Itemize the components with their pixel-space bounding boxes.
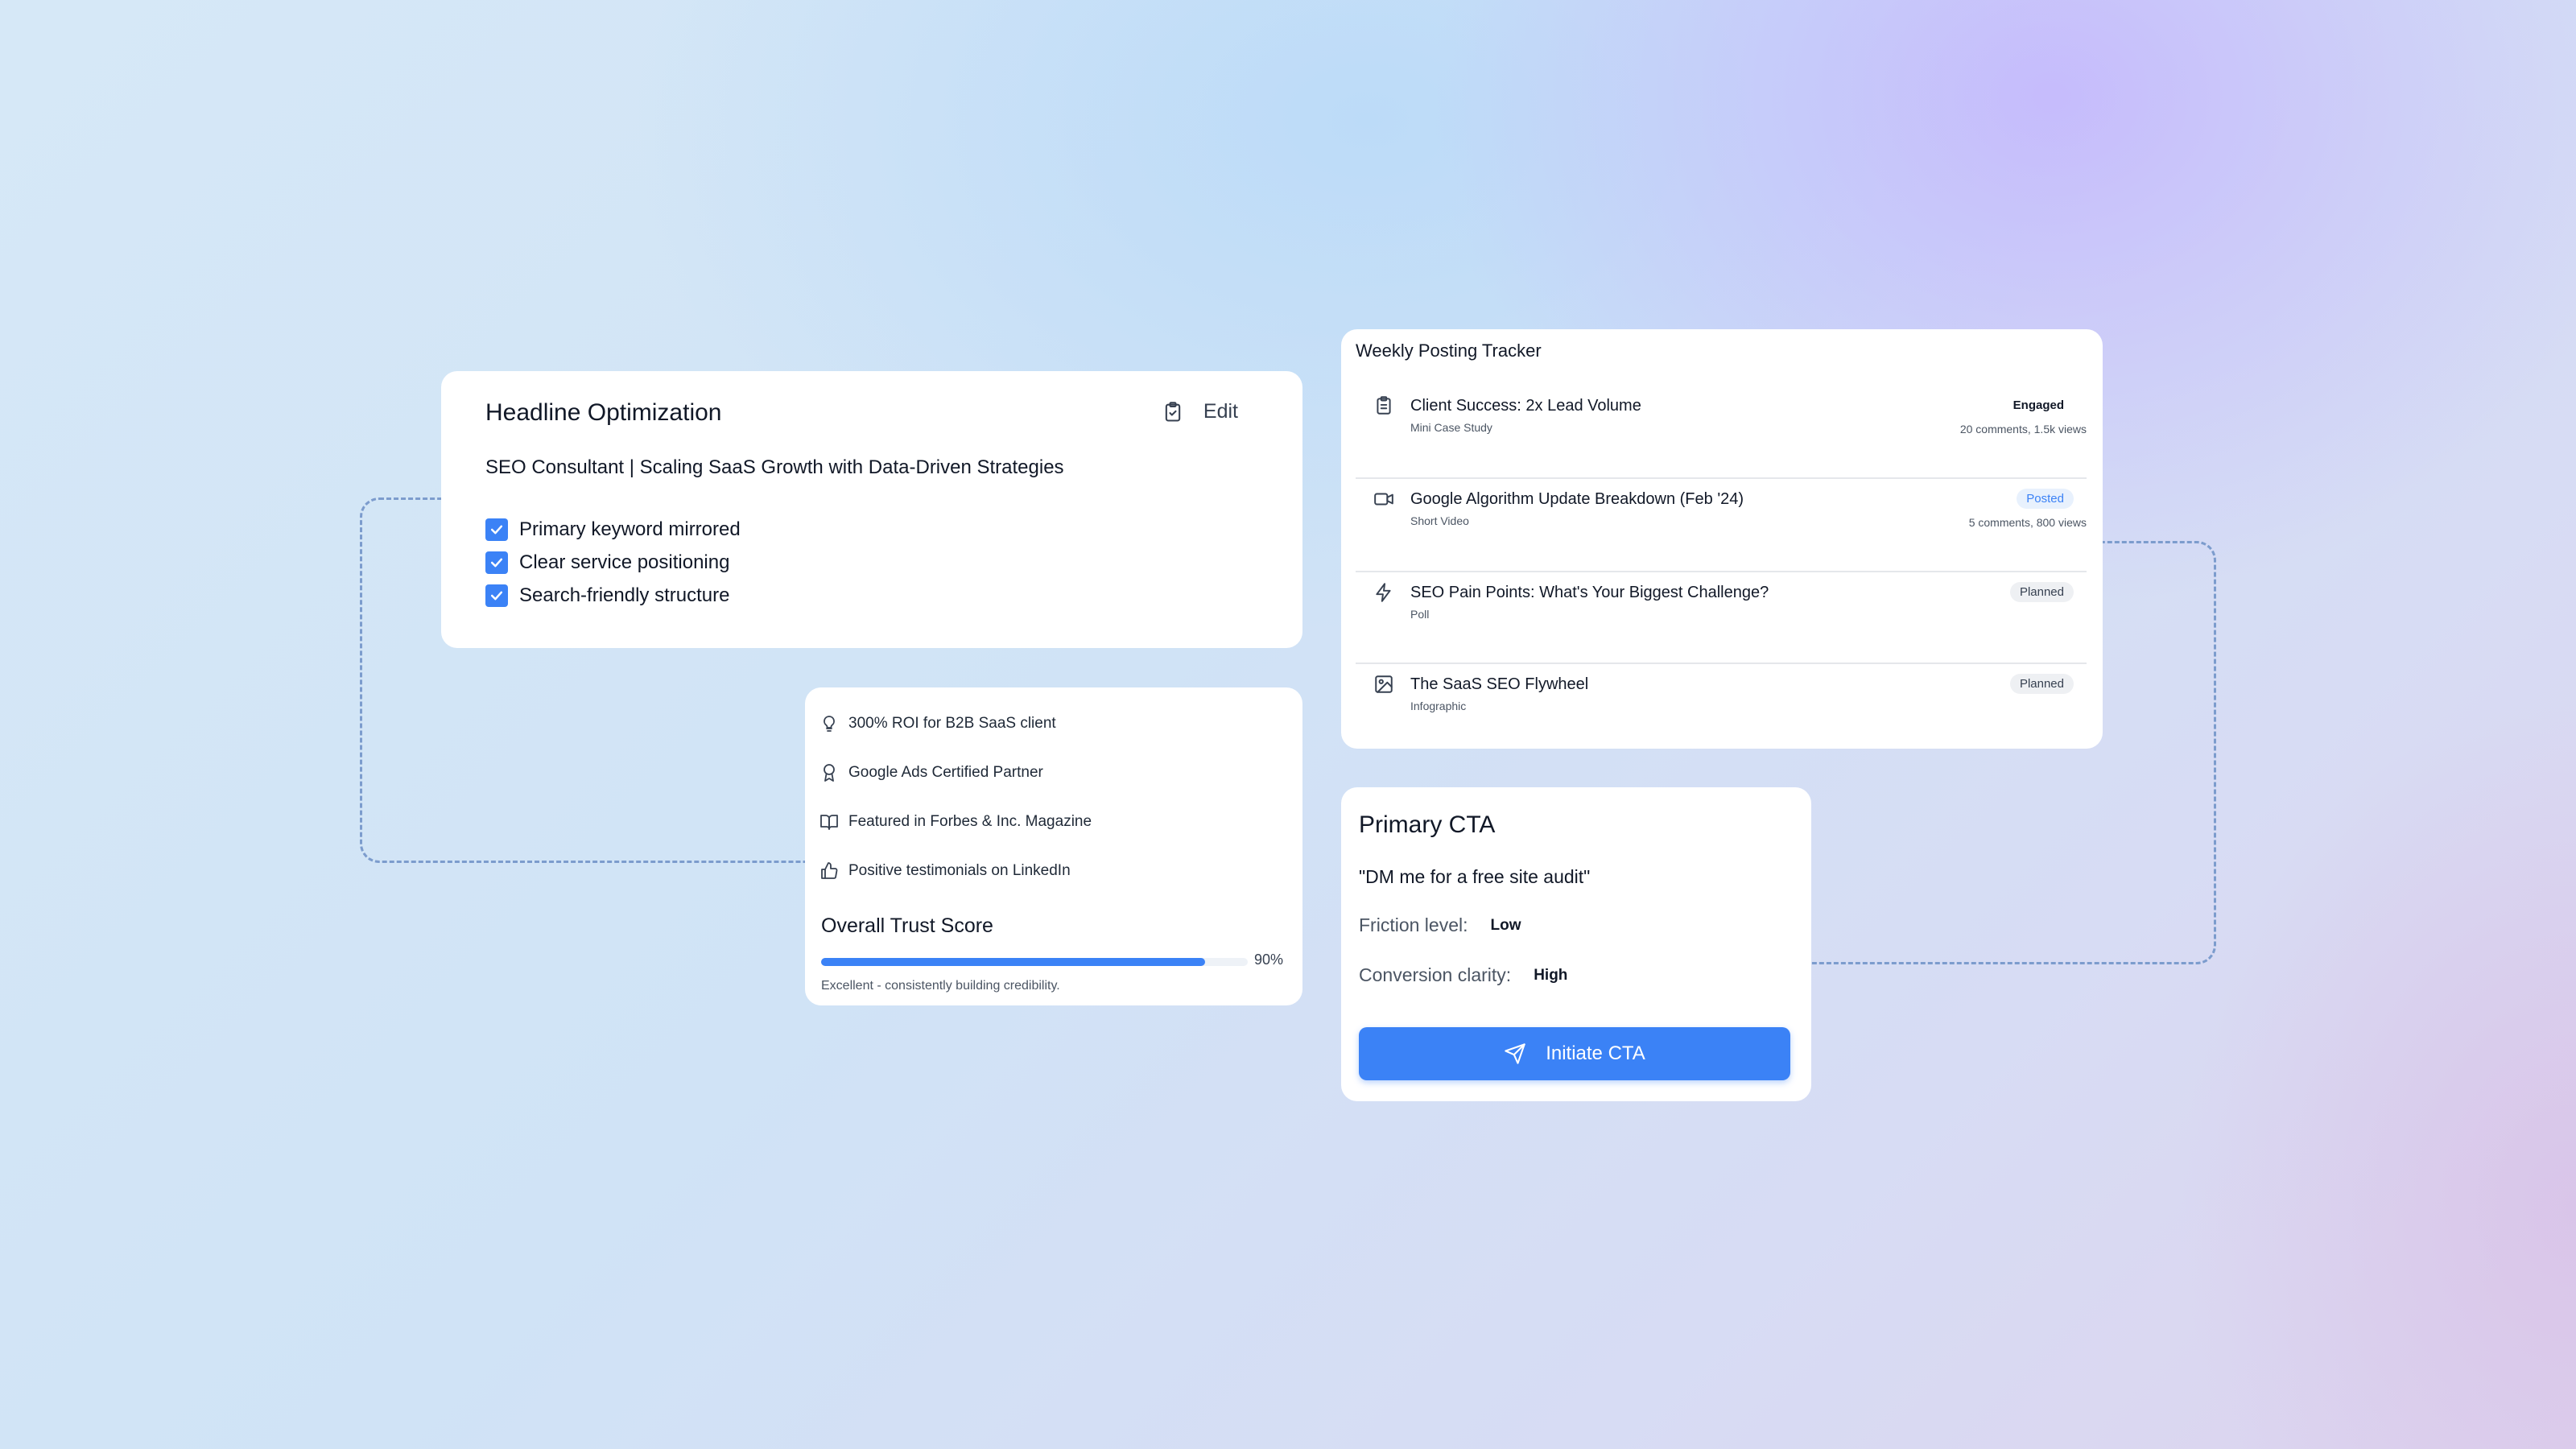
post-type: Poll bbox=[1410, 608, 1430, 621]
post-title: SEO Pain Points: What's Your Biggest Cha… bbox=[1410, 584, 1769, 601]
trust-item: Positive testimonials on LinkedIn bbox=[819, 846, 1092, 895]
book-icon bbox=[820, 814, 838, 830]
check-label: Clear service positioning bbox=[519, 551, 730, 573]
clipboard-icon bbox=[1377, 396, 1391, 415]
headline-text: SEO Consultant | Scaling SaaS Growth wit… bbox=[485, 456, 1064, 478]
clipboard-icon bbox=[1165, 401, 1181, 422]
trust-score-fill bbox=[821, 958, 1205, 966]
send-icon bbox=[1505, 1043, 1525, 1064]
post-row[interactable]: Google Algorithm Update Breakdown (Feb '… bbox=[1356, 479, 2087, 572]
friction-value: Low bbox=[1490, 916, 1521, 934]
check-item: Search-friendly structure bbox=[485, 579, 741, 612]
trust-item: Google Ads Certified Partner bbox=[819, 748, 1092, 797]
primary-cta-card: Primary CTA "DM me for a free site audit… bbox=[1341, 787, 1811, 1101]
post-title: Client Success: 2x Lead Volume bbox=[1410, 397, 1641, 415]
post-type: Mini Case Study bbox=[1410, 421, 1492, 434]
post-title: The SaaS SEO Flywheel bbox=[1410, 675, 1589, 693]
cta-button-label: Initiate CTA bbox=[1546, 1042, 1645, 1064]
post-type: Infographic bbox=[1410, 700, 1467, 712]
weekly-posting-tracker-card: Weekly Posting Tracker Client Success: 2… bbox=[1341, 329, 2103, 749]
status-badge: Planned bbox=[2009, 674, 2074, 694]
tracker-title: Weekly Posting Tracker bbox=[1356, 341, 1542, 361]
thumbs-up-icon bbox=[821, 861, 838, 879]
video-icon bbox=[1374, 493, 1393, 506]
headline-optimization-card: Headline Optimization Edit SEO Consultan… bbox=[441, 371, 1302, 648]
cta-quote: "DM me for a free site audit" bbox=[1359, 866, 1591, 887]
trust-item: Featured in Forbes & Inc. Magazine bbox=[819, 797, 1092, 846]
trust-item: 300% ROI for B2B SaaS client bbox=[819, 699, 1092, 748]
headline-checklist: Primary keyword mirrored Clear service p… bbox=[485, 513, 741, 612]
trust-item-label: Featured in Forbes & Inc. Magazine bbox=[848, 812, 1092, 830]
clarity-value: High bbox=[1534, 966, 1568, 984]
award-icon bbox=[824, 763, 835, 782]
post-row[interactable]: Client Success: 2x Lead Volume Mini Case… bbox=[1356, 386, 2087, 479]
check-item: Primary keyword mirrored bbox=[485, 513, 741, 546]
status-badge: Planned bbox=[2009, 582, 2074, 602]
cta-title: Primary CTA bbox=[1359, 811, 1496, 838]
trust-item-label: 300% ROI for B2B SaaS client bbox=[848, 714, 1056, 732]
zap-icon bbox=[1376, 583, 1391, 602]
initiate-cta-button[interactable]: Initiate CTA bbox=[1359, 1027, 1790, 1080]
trust-item-label: Google Ads Certified Partner bbox=[848, 763, 1043, 781]
conversion-clarity: Conversion clarity: High bbox=[1359, 964, 1567, 986]
trust-score-note: Excellent - consistently building credib… bbox=[821, 979, 1060, 993]
checkbox-checked-icon[interactable] bbox=[485, 584, 508, 607]
post-stats: 5 comments, 800 views bbox=[1968, 516, 2087, 529]
check-item: Clear service positioning bbox=[485, 546, 741, 579]
trust-signals-card: 300% ROI for B2B SaaS client Google Ads … bbox=[805, 687, 1302, 1005]
friction-level: Friction level: Low bbox=[1359, 914, 1521, 936]
checkbox-checked-icon[interactable] bbox=[485, 518, 508, 541]
trust-score-bar bbox=[821, 958, 1248, 966]
trust-score-percent: 90% bbox=[1254, 952, 1284, 968]
trust-item-label: Positive testimonials on LinkedIn bbox=[848, 861, 1071, 879]
headline-card-title: Headline Optimization bbox=[485, 399, 722, 426]
clarity-label: Conversion clarity: bbox=[1359, 964, 1512, 985]
edit-button[interactable]: Edit bbox=[1162, 400, 1238, 423]
image-icon bbox=[1375, 675, 1393, 693]
status-badge: Posted bbox=[2017, 489, 2074, 509]
trust-list: 300% ROI for B2B SaaS client Google Ads … bbox=[819, 699, 1092, 895]
check-label: Primary keyword mirrored bbox=[519, 518, 741, 540]
check-label: Search-friendly structure bbox=[519, 584, 730, 606]
trust-score-title: Overall Trust Score bbox=[821, 914, 993, 937]
edit-label: Edit bbox=[1203, 400, 1238, 423]
post-row[interactable]: The SaaS SEO Flywheel Infographic Planne… bbox=[1356, 664, 2087, 745]
lightbulb-icon bbox=[824, 715, 835, 732]
post-type: Short Video bbox=[1410, 514, 1469, 527]
post-title: Google Algorithm Update Breakdown (Feb '… bbox=[1410, 490, 1744, 508]
post-row[interactable]: SEO Pain Points: What's Your Biggest Cha… bbox=[1356, 572, 2087, 664]
friction-label: Friction level: bbox=[1359, 914, 1468, 935]
checkbox-checked-icon[interactable] bbox=[485, 551, 508, 574]
post-stats: 20 comments, 1.5k views bbox=[1959, 423, 2087, 436]
status-badge: Engaged bbox=[2013, 398, 2064, 412]
